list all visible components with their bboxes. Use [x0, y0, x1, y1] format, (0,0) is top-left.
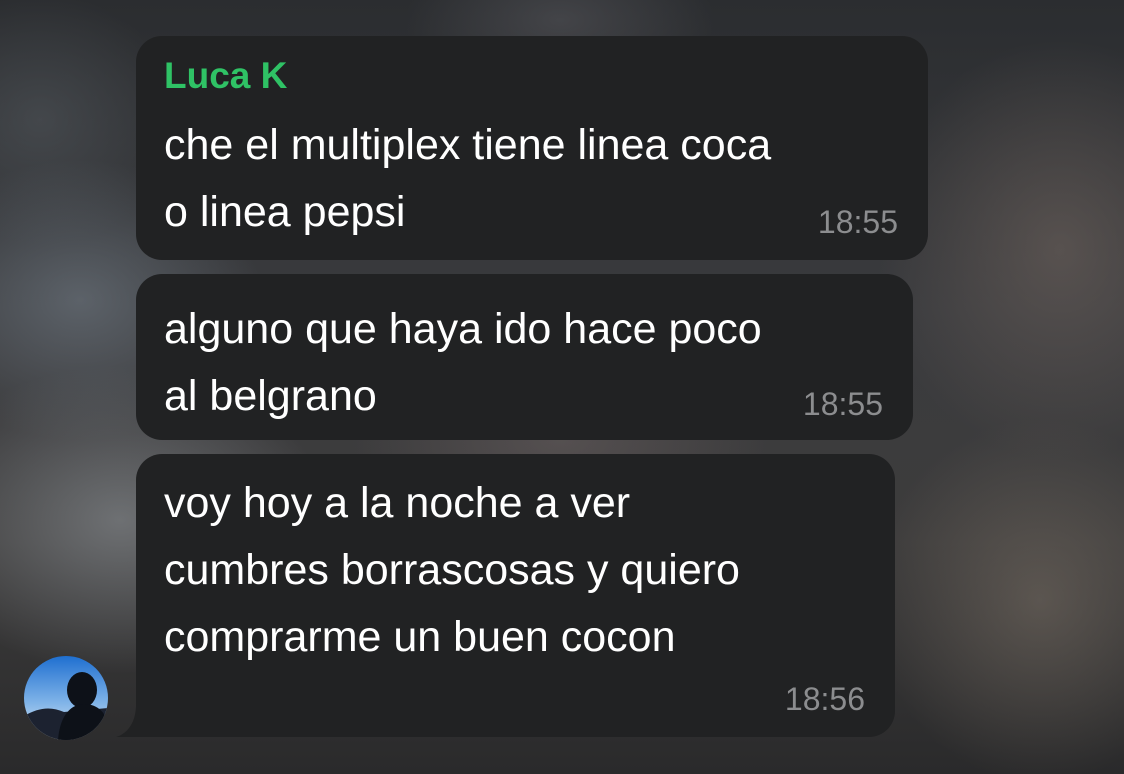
message-text: alguno que haya ido hace poco al belgran… — [164, 305, 762, 420]
message-bubble[interactable]: alguno que haya ido hace poco al belgran… — [136, 274, 913, 440]
sender-avatar[interactable] — [24, 656, 108, 740]
message-timestamp: 18:55 — [802, 386, 883, 422]
avatar-photo-icon — [24, 656, 108, 740]
message-timestamp: 18:56 — [784, 681, 865, 717]
bubble-tail — [116, 707, 140, 737]
message-bubble[interactable]: Luca K che el multiplex tiene linea coca… — [136, 36, 928, 260]
sender-name[interactable]: Luca K — [164, 54, 287, 98]
message-timestamp: 18:55 — [817, 204, 898, 240]
message-bubble[interactable]: voy hoy a la noche a ver cumbres borrasc… — [136, 454, 895, 737]
message-text: che el multiplex tiene linea coca o line… — [164, 121, 772, 236]
message-text: voy hoy a la noche a ver cumbres borrasc… — [164, 479, 740, 661]
